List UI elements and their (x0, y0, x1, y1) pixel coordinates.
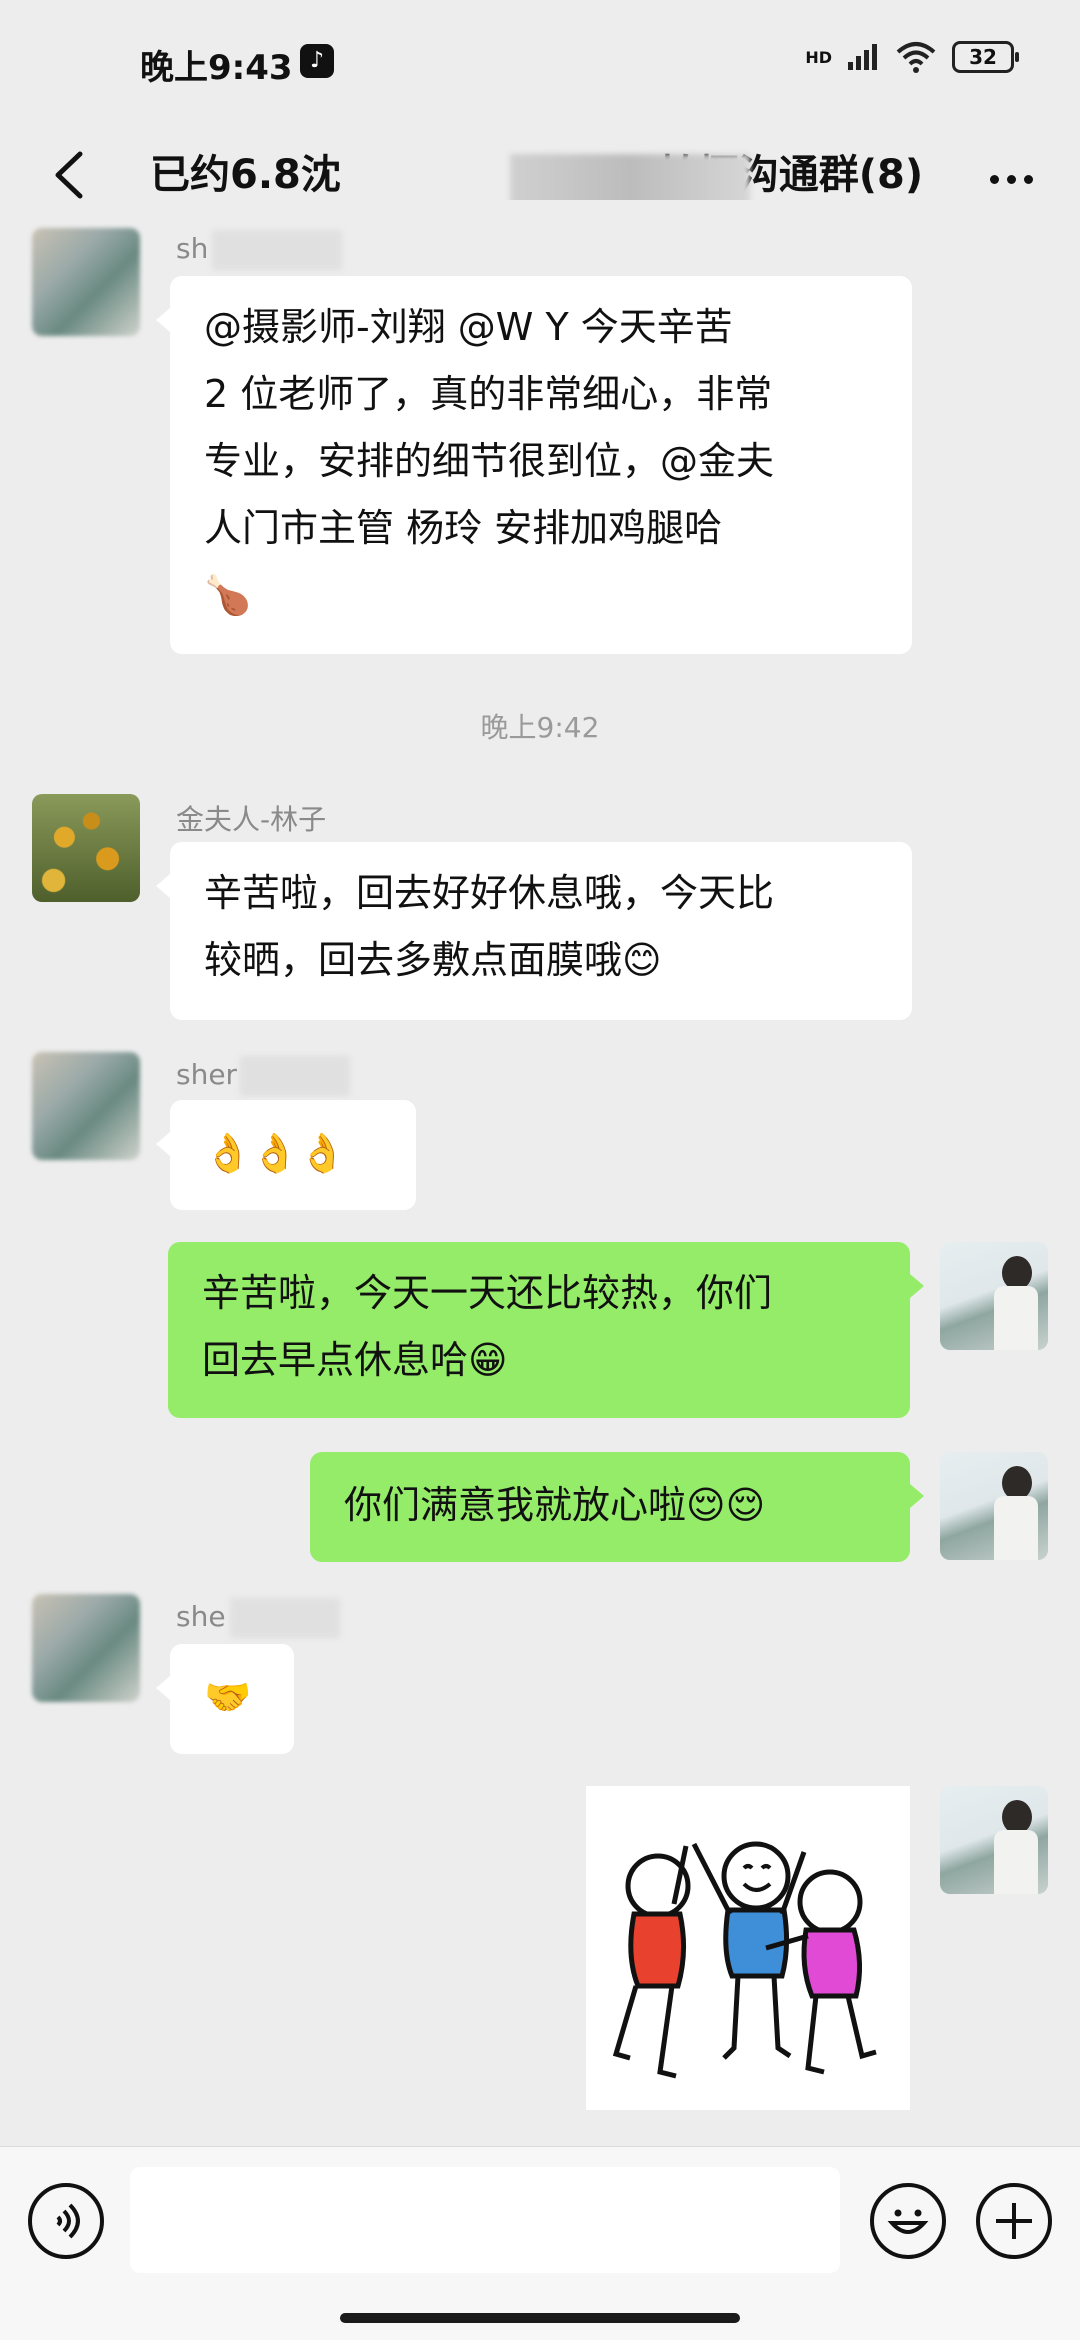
message-line: 回去早点休息哈😁 (202, 1338, 508, 1382)
message-line: 人门市主管 杨玲 安排加鸡腿哈 (204, 506, 723, 550)
drumstick-emoji: 🍗 (204, 573, 252, 617)
sender-name: sher (176, 1058, 238, 1091)
message-input[interactable] (130, 2167, 840, 2273)
title-redaction (510, 154, 750, 200)
tiktok-icon: ♪ (300, 44, 334, 78)
chat-header: 已约6.8沈 拍摄沟通群(8) (0, 120, 1080, 230)
voice-input-icon[interactable] (28, 2183, 104, 2259)
message-line: @摄影师-刘翔 @W Y 今天辛苦 (204, 305, 733, 349)
plus-icon[interactable] (976, 2183, 1052, 2259)
timestamp: 晚上9:42 (480, 711, 600, 744)
avatar[interactable] (32, 1052, 140, 1160)
high-five-sticker[interactable] (586, 1786, 910, 2110)
sender-redaction (230, 1598, 340, 1638)
high-five-sticker-image (612, 1841, 877, 2079)
status-bar: 晚上9:43 ♪ HD 32 (0, 0, 1080, 120)
network-type: HD (805, 47, 832, 67)
message-bubble[interactable]: 辛苦啦，回去好好休息哦，今天比 较晒，回去多敷点面膜哦😊 (156, 842, 912, 1020)
more-options-icon[interactable] (976, 144, 1046, 214)
sender-redaction (212, 230, 342, 270)
message-bubble[interactable]: 🤝 (156, 1644, 294, 1754)
sender-redaction (240, 1056, 350, 1096)
self-avatar[interactable] (940, 1242, 1048, 1350)
back-arrow-icon[interactable] (36, 140, 106, 210)
status-icons: HD 32 (805, 40, 1019, 74)
sender-name: she (176, 1600, 226, 1633)
sender-name: sh (176, 232, 209, 265)
chat-title-prefix: 已约6.8沈 (150, 152, 341, 198)
message-line: 专业，安排的细节很到位，@金夫 (204, 439, 775, 483)
avatar[interactable] (32, 228, 140, 336)
message-line: 辛苦啦，今天一天还比较热，你们 (202, 1271, 773, 1315)
battery-icon: 32 (952, 41, 1019, 73)
message-line: 辛苦啦，回去好好休息哦，今天比 (204, 871, 775, 915)
signal-icon (848, 44, 877, 70)
handshake-emoji: 🤝 (204, 1675, 252, 1719)
message-bubble[interactable]: 你们满意我就放心啦😌😌 (310, 1452, 924, 1562)
status-time: 晚上9:43 (140, 48, 293, 88)
message-line: 你们满意我就放心啦😌😌 (344, 1483, 766, 1527)
emoji-icon[interactable] (870, 2183, 946, 2259)
self-avatar[interactable] (940, 1786, 1048, 1894)
sender-name: 金夫人-林子 (176, 803, 327, 836)
message-bubble[interactable]: @摄影师-刘翔 @W Y 今天辛苦 2 位老师了，真的非常细心，非常 专业，安排… (156, 276, 912, 654)
home-indicator[interactable] (340, 2313, 740, 2323)
message-line: 2 位老师了，真的非常细心，非常 (204, 372, 773, 416)
wifi-icon (896, 42, 936, 73)
ok-hand-emoji: 👌👌👌 (204, 1131, 346, 1175)
message-bubble[interactable]: 辛苦啦，今天一天还比较热，你们 回去早点休息哈😁 (168, 1242, 924, 1418)
message-bubble[interactable]: 👌👌👌 (156, 1100, 416, 1210)
self-avatar[interactable] (940, 1452, 1048, 1560)
chat-title: 已约6.8沈 拍摄沟通群(8) (150, 142, 940, 200)
avatar[interactable] (32, 794, 140, 902)
avatar[interactable] (32, 1594, 140, 1702)
message-line: 较晒，回去多敷点面膜哦😊 (204, 938, 662, 982)
input-bar (0, 2146, 1080, 2340)
